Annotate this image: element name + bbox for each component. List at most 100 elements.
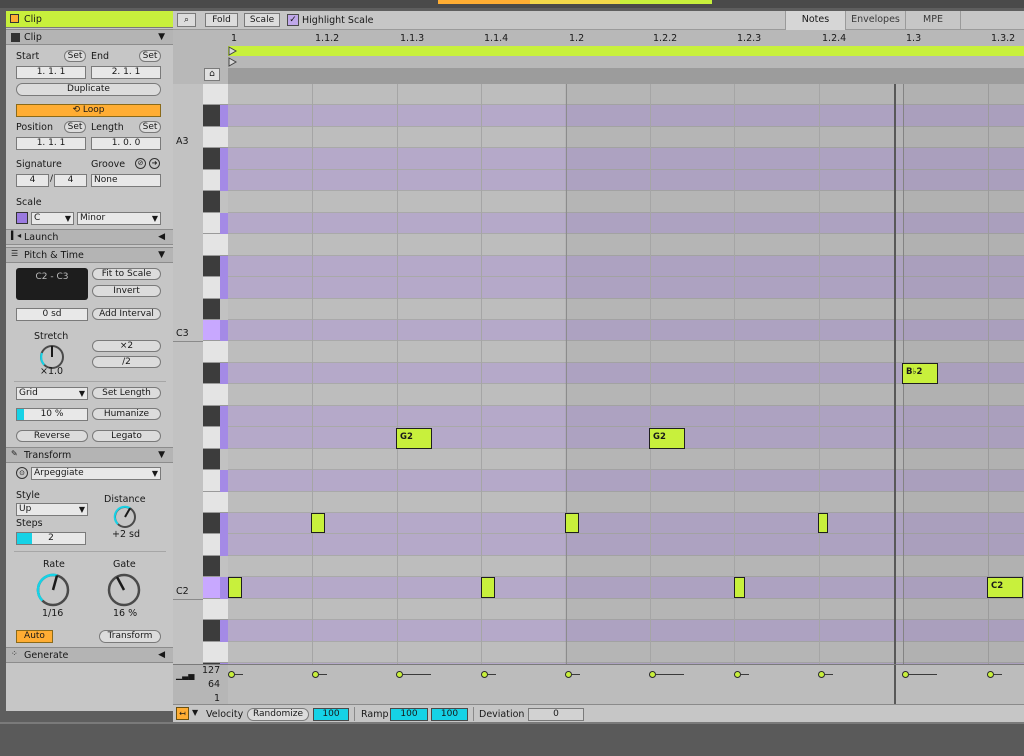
loop-button[interactable]: ⟲ Loop xyxy=(16,104,161,117)
black-key[interactable] xyxy=(203,299,220,320)
loop-start-marker-icon[interactable] xyxy=(228,46,238,68)
black-key[interactable] xyxy=(203,406,220,427)
clip-section-header[interactable]: Clip ▼ xyxy=(6,29,173,45)
style-select[interactable]: Up ▼ xyxy=(16,503,88,516)
velocity-handles[interactable] xyxy=(228,665,1024,705)
position-field[interactable]: 1. 1. 1 xyxy=(16,137,86,150)
groove-select[interactable]: None xyxy=(91,174,161,187)
clip-slot-orange[interactable] xyxy=(438,0,530,4)
generate-section-header[interactable]: ⁘ Generate ◀ xyxy=(6,647,173,663)
length-set-button[interactable]: Set xyxy=(139,121,161,133)
add-interval-button[interactable]: Add Interval xyxy=(92,308,161,320)
fold-button[interactable]: Fold xyxy=(205,13,238,27)
position-set-button[interactable]: Set xyxy=(64,121,86,133)
velocity-handle[interactable] xyxy=(312,671,319,678)
timeline-ruler[interactable]: ⌂ 1 1.1.2 1.1.3 1.1.4 1.2 1.2.2 1.2.3 1.… xyxy=(173,30,1024,84)
velocity-handle[interactable] xyxy=(565,671,572,678)
ramp-start-field[interactable]: 100 xyxy=(390,708,428,721)
velocity-handle[interactable] xyxy=(396,671,403,678)
distance-knob[interactable] xyxy=(112,504,138,530)
collapse-down-icon[interactable]: ▼ xyxy=(158,32,165,42)
black-key[interactable] xyxy=(203,256,220,277)
tab-mpe[interactable]: MPE xyxy=(905,11,961,30)
note-short[interactable] xyxy=(228,577,242,598)
black-key[interactable] xyxy=(203,363,220,384)
clip-slot-yellow[interactable] xyxy=(530,0,620,4)
note-c2[interactable]: C2 xyxy=(987,577,1023,598)
transform-apply-button[interactable]: Transform xyxy=(99,630,161,643)
transform-device-icon[interactable]: ⊙ xyxy=(16,467,28,479)
halve-button[interactable]: /2 xyxy=(92,356,161,368)
rate-knob[interactable] xyxy=(34,571,72,609)
length-field[interactable]: 1. 0. 0 xyxy=(91,137,161,150)
note-g2[interactable]: G2 xyxy=(396,428,432,449)
grid-mode-select[interactable]: Grid ▼ xyxy=(16,387,88,400)
clip-color-icon[interactable] xyxy=(10,14,19,23)
signature-numerator[interactable]: 4 xyxy=(16,174,49,187)
steps-field[interactable]: 2 xyxy=(16,532,86,545)
highlight-scale-checkbox[interactable]: ✓ xyxy=(287,14,299,26)
black-key[interactable] xyxy=(203,620,220,642)
note-short[interactable] xyxy=(734,577,745,598)
velocity-handle[interactable] xyxy=(987,671,994,678)
reverse-button[interactable]: Reverse xyxy=(16,430,88,442)
scale-mode-select[interactable]: Minor ▼ xyxy=(77,212,161,225)
duplicate-button[interactable]: Duplicate xyxy=(16,83,161,96)
auto-button[interactable]: Auto xyxy=(16,630,53,643)
tab-envelopes[interactable]: Envelopes xyxy=(845,11,905,30)
draw-mode-icon[interactable]: ↤ xyxy=(176,707,189,720)
signature-denominator[interactable]: 4 xyxy=(54,174,87,187)
humanize-amount-field[interactable]: 10 % xyxy=(16,408,88,421)
velocity-grid[interactable] xyxy=(228,665,1024,705)
note-g2[interactable]: G2 xyxy=(649,428,685,449)
velocity-lane[interactable]: ▁▃▅ 127 64 1 xyxy=(173,664,1024,705)
black-key[interactable] xyxy=(203,105,220,127)
collapse-down-icon[interactable]: ▼ xyxy=(158,250,165,260)
gate-knob[interactable] xyxy=(105,571,143,609)
black-key[interactable] xyxy=(203,148,220,170)
velocity-handle[interactable] xyxy=(649,671,656,678)
start-set-button[interactable]: Set xyxy=(64,50,86,62)
piano-keyboard[interactable]: A3 C3 C2 xyxy=(173,84,228,685)
end-set-button[interactable]: Set xyxy=(139,50,161,62)
pitch-time-section-header[interactable]: ☰ Pitch & Time ▼ xyxy=(6,247,173,263)
start-field[interactable]: 1. 1. 1 xyxy=(16,66,86,79)
black-key[interactable] xyxy=(203,191,220,213)
velocity-handle[interactable] xyxy=(228,671,235,678)
collapse-left-icon[interactable]: ◀ xyxy=(158,650,165,660)
zoom-search-icon[interactable]: ⌕ xyxy=(177,13,196,27)
scale-toggle-icon[interactable] xyxy=(16,212,28,224)
velocity-handle[interactable] xyxy=(734,671,741,678)
set-length-button[interactable]: Set Length xyxy=(92,387,161,399)
double-button[interactable]: ×2 xyxy=(92,340,161,352)
tab-notes[interactable]: Notes xyxy=(785,11,845,30)
black-key[interactable] xyxy=(203,449,220,470)
dropdown-arrow-icon[interactable]: ▼ xyxy=(192,708,198,717)
black-key[interactable] xyxy=(203,556,220,577)
transpose-field[interactable]: 0 sd xyxy=(16,308,88,321)
fit-to-scale-button[interactable]: Fit to Scale xyxy=(92,268,161,280)
note-grid[interactable]: G2 G2 B♭2 C2 xyxy=(228,84,1024,664)
velocity-handle[interactable] xyxy=(818,671,825,678)
note-short[interactable] xyxy=(481,577,495,598)
transform-section-header[interactable]: ✎ Transform ▼ xyxy=(6,447,173,463)
collapse-down-icon[interactable]: ▼ xyxy=(158,450,165,460)
note-bb2[interactable]: B♭2 xyxy=(902,363,938,384)
follow-icon[interactable]: ⌂ xyxy=(204,68,220,81)
groove-commit-icon[interactable]: ➜ xyxy=(149,158,160,169)
note-short[interactable] xyxy=(818,513,828,533)
collapse-left-icon[interactable]: ◀ xyxy=(158,232,165,242)
note-short[interactable] xyxy=(311,513,325,533)
randomize-button[interactable]: Randomize xyxy=(247,708,309,721)
legato-button[interactable]: Legato xyxy=(92,430,161,442)
groove-pool-icon[interactable]: ⊘ xyxy=(135,158,146,169)
velocity-field[interactable]: 100 xyxy=(313,708,349,721)
velocity-handle[interactable] xyxy=(481,671,488,678)
loop-brace[interactable] xyxy=(228,46,1024,56)
clip-title-bar[interactable]: Clip xyxy=(6,11,173,28)
humanize-button[interactable]: Humanize xyxy=(92,408,161,420)
black-key[interactable] xyxy=(203,513,220,534)
clip-slot-green[interactable] xyxy=(620,0,712,4)
scale-root-select[interactable]: C ▼ xyxy=(31,212,74,225)
deviation-field[interactable]: 0 xyxy=(528,708,584,721)
